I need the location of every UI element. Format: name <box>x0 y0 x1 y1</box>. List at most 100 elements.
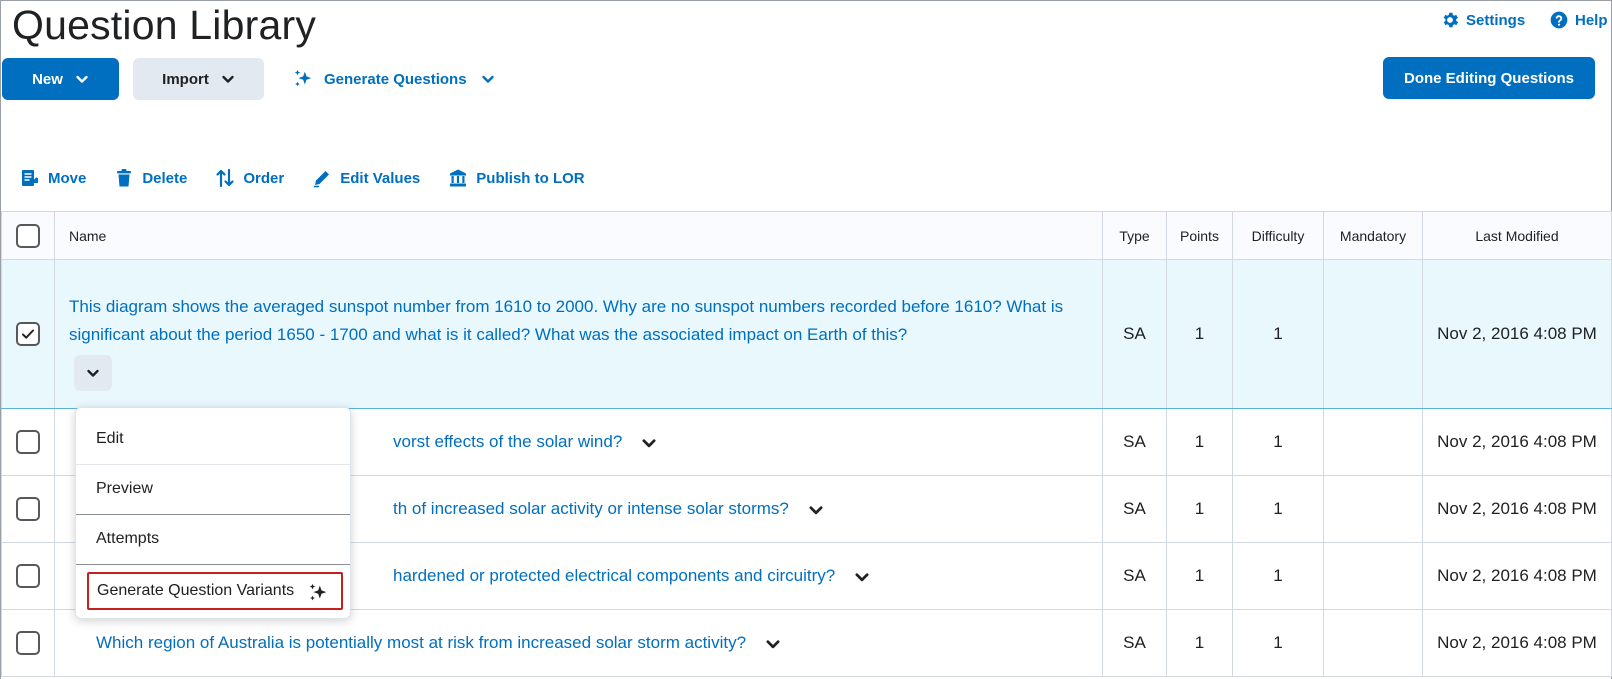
row-select-cell <box>1 475 55 543</box>
type-cell: SA <box>1102 408 1167 476</box>
question-link[interactable]: This diagram shows the averaged sunspot … <box>69 297 1063 316</box>
trash-icon <box>117 169 132 187</box>
type-cell: SA <box>1102 259 1167 409</box>
difficulty-cell: 1 <box>1232 609 1324 677</box>
order-button[interactable]: Order <box>215 168 284 188</box>
done-editing-label: Done Editing Questions <box>1403 69 1574 87</box>
question-link[interactable]: hardened or protected electrical compone… <box>393 566 835 585</box>
points-cell: 1 <box>1166 542 1233 610</box>
row-select-cell <box>1 542 55 610</box>
menu-item-generate-variants[interactable]: Generate Question Variants <box>87 572 343 610</box>
row-checkbox-checked[interactable] <box>16 322 40 346</box>
table-header-row: Name Type Points Difficulty Mandatory La… <box>1 211 1612 260</box>
delete-button[interactable]: Delete <box>114 168 187 188</box>
settings-label: Settings <box>1466 11 1526 29</box>
question-link[interactable]: th of increased solar activity or intens… <box>393 499 789 518</box>
move-label: Move <box>48 169 87 187</box>
menu-item-attempts[interactable]: Attempts <box>76 514 350 564</box>
library-icon <box>450 169 467 187</box>
new-button[interactable]: New <box>2 58 119 100</box>
mandatory-cell <box>1323 475 1423 543</box>
check-icon <box>22 329 34 339</box>
edit-values-label: Edit Values <box>340 169 421 187</box>
mandatory-cell <box>1323 259 1423 409</box>
menu-item-edit[interactable]: Edit <box>76 414 350 464</box>
chevron-down-icon[interactable] <box>808 502 824 518</box>
edit-values-button[interactable]: Edit Values <box>312 168 420 188</box>
order-label: Order <box>243 169 285 187</box>
move-icon <box>22 170 38 186</box>
menu-item-preview[interactable]: Preview <box>76 464 350 514</box>
sparkle-icon <box>309 583 327 601</box>
delete-label: Delete <box>142 169 188 187</box>
gear-icon <box>1443 12 1459 28</box>
row-checkbox[interactable] <box>16 497 40 521</box>
chevron-down-icon <box>87 369 99 377</box>
column-header-last-modified[interactable]: Last Modified <box>1422 211 1612 260</box>
question-name-cell: Which region of Australia is potentially… <box>54 609 1103 677</box>
last-modified-cell: Nov 2, 2016 4:08 PM <box>1422 259 1612 409</box>
row-checkbox[interactable] <box>16 430 40 454</box>
row-checkbox[interactable] <box>16 631 40 655</box>
mandatory-cell <box>1323 408 1423 476</box>
points-cell: 1 <box>1166 475 1233 543</box>
last-modified-cell: Nov 2, 2016 4:08 PM <box>1422 609 1612 677</box>
question-actions-toggle[interactable] <box>74 355 112 391</box>
help-link[interactable]: Help <box>1549 10 1608 30</box>
question-link[interactable]: Which region of Australia is potentially… <box>96 633 746 652</box>
last-modified-cell: Nov 2, 2016 4:08 PM <box>1422 408 1612 476</box>
difficulty-cell: 1 <box>1232 542 1324 610</box>
help-icon <box>1550 11 1568 29</box>
column-header-difficulty[interactable]: Difficulty <box>1232 211 1324 260</box>
type-cell: SA <box>1102 609 1167 677</box>
row-select-cell <box>1 609 55 677</box>
chevron-down-icon[interactable] <box>765 636 781 652</box>
publish-lor-label: Publish to LOR <box>476 169 585 187</box>
row-checkbox[interactable] <box>16 564 40 588</box>
help-label: Help <box>1575 11 1608 29</box>
chevron-down-icon <box>222 75 234 83</box>
row-select-cell <box>1 259 55 409</box>
type-cell: SA <box>1102 475 1167 543</box>
last-modified-cell: Nov 2, 2016 4:08 PM <box>1422 475 1612 543</box>
generate-questions-label: Generate Questions <box>324 70 467 88</box>
chevron-down-icon <box>76 75 88 83</box>
publish-lor-button[interactable]: Publish to LOR <box>448 168 585 188</box>
column-header-points[interactable]: Points <box>1166 211 1233 260</box>
page-title: Question Library <box>12 2 317 48</box>
points-cell: 1 <box>1166 408 1233 476</box>
move-button[interactable]: Move <box>20 168 86 188</box>
import-button-label: Import <box>162 70 209 88</box>
import-button[interactable]: Import <box>133 58 264 100</box>
column-header-mandatory[interactable]: Mandatory <box>1323 211 1423 260</box>
column-header-name[interactable]: Name <box>54 211 1103 260</box>
column-header-type[interactable]: Type <box>1102 211 1167 260</box>
question-link-continued[interactable]: significant about the period 1650 - 1700… <box>69 325 907 344</box>
sparkle-icon <box>294 69 312 87</box>
row-select-cell <box>1 408 55 476</box>
type-cell: SA <box>1102 542 1167 610</box>
table-row: Which region of Australia is potentially… <box>1 609 1612 677</box>
last-modified-cell: Nov 2, 2016 4:08 PM <box>1422 542 1612 610</box>
settings-link[interactable]: Settings <box>1440 10 1525 30</box>
difficulty-cell: 1 <box>1232 475 1324 543</box>
new-button-label: New <box>32 70 63 88</box>
generate-variants-label: Generate Question Variants <box>97 582 295 599</box>
difficulty-cell: 1 <box>1232 408 1324 476</box>
question-link[interactable]: vorst effects of the solar wind? <box>393 432 622 451</box>
points-cell: 1 <box>1166 259 1233 409</box>
menu-divider <box>76 564 350 565</box>
bulk-actions-bar: Move Delete Order Edit Values Publish to… <box>20 166 613 190</box>
difficulty-cell: 1 <box>1232 259 1324 409</box>
done-editing-button[interactable]: Done Editing Questions <box>1383 57 1595 99</box>
select-all-cell <box>1 211 55 260</box>
chevron-down-icon[interactable] <box>854 569 870 585</box>
table-row: This diagram shows the averaged sunspot … <box>1 259 1612 409</box>
mandatory-cell <box>1323 609 1423 677</box>
points-cell: 1 <box>1166 609 1233 677</box>
chevron-down-icon <box>481 75 494 83</box>
generate-questions-button[interactable]: Generate Questions <box>292 66 495 92</box>
select-all-checkbox[interactable] <box>16 223 40 248</box>
question-context-menu: Edit Preview Attempts Generate Question … <box>75 407 351 619</box>
chevron-down-icon[interactable] <box>641 435 657 451</box>
